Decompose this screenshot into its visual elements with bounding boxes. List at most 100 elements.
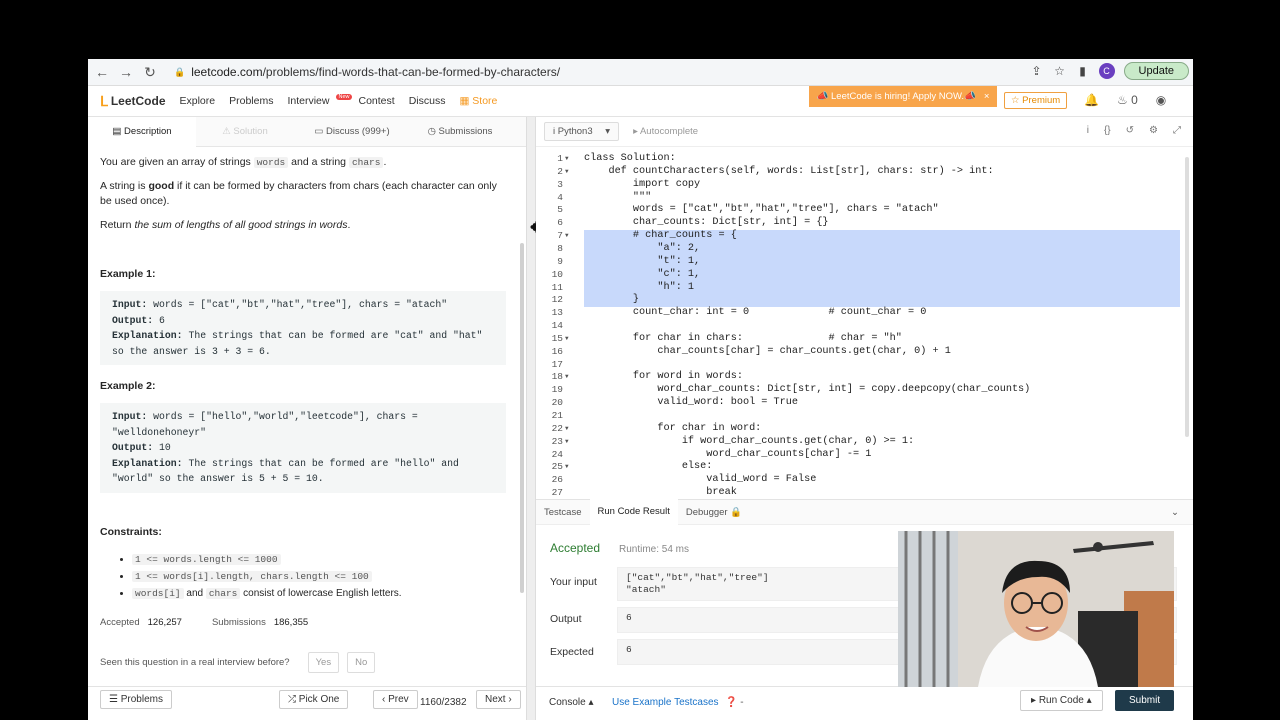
tab-description[interactable]: ▤ Description [88, 116, 196, 147]
fold-arrow-icon[interactable]: ▼ [565, 230, 569, 243]
reload-icon[interactable]: ↻ [138, 64, 162, 81]
code-text: char_counts[char] = char_counts.get(char… [584, 345, 951, 357]
code-line[interactable]: 6 char_counts: Dict[str, int] = {} [536, 217, 1193, 230]
store-label: Store [472, 95, 498, 107]
console-toggle[interactable]: Console ▴ [549, 697, 594, 708]
coins[interactable]: ♨ 0 [1117, 93, 1138, 107]
tab-run-code-result[interactable]: Run Code Result [589, 499, 678, 525]
store-icon: ▦ [459, 95, 470, 107]
leetcode-logo[interactable]: ᒪ LeetCode [100, 93, 166, 110]
code-line[interactable]: 5 words = ["cat","bt","hat","tree"], cha… [536, 204, 1193, 217]
fold-arrow-icon[interactable]: ▼ [565, 436, 569, 449]
code-line[interactable]: 10 "c": 1, [536, 269, 1193, 282]
code-line[interactable]: 15 ▼ for char in chars: # char = "h" [536, 333, 1193, 346]
fold-arrow-icon[interactable]: ▼ [565, 153, 569, 166]
fold-arrow-icon[interactable]: ▼ [565, 371, 569, 384]
prev-button[interactable]: ‹ Prev [373, 690, 418, 709]
code-line[interactable]: 12 } [536, 294, 1193, 307]
run-code-button[interactable]: ▸ Run Code ▴ [1020, 690, 1103, 711]
address-bar[interactable]: 🔒 leetcode.com /problems/find-words-that… [174, 65, 560, 79]
fold-arrow-icon[interactable]: ▼ [565, 461, 569, 474]
nav-interview[interactable]: Interview New [287, 94, 352, 107]
code-line[interactable]: 9 "t": 1, [536, 256, 1193, 269]
profile-avatar[interactable]: C [1098, 63, 1115, 79]
settings-icon[interactable]: ⚙ [1149, 125, 1158, 136]
tab-debugger[interactable]: Debugger 🔒 [678, 507, 750, 518]
reset-icon[interactable]: ↺ [1126, 125, 1134, 136]
hiring-banner[interactable]: 📣 LeetCode is hiring! Apply NOW.📣 × [809, 86, 997, 107]
constraint-item: 1 <= words.length <= 1000 [132, 552, 506, 567]
fold-arrow-icon[interactable]: ▼ [565, 423, 569, 436]
code-editor[interactable]: 1 ▼ class Solution: 2 ▼ def countCharacters(… [536, 147, 1193, 499]
code-line[interactable]: 25 ▼ else: [536, 461, 1193, 474]
pick-one-button[interactable]: ⤮ Pick One [279, 690, 349, 709]
autocomplete-toggle[interactable]: ▸ Autocomplete [633, 126, 698, 137]
output-label: Output [550, 613, 582, 625]
use-example-testcases-link[interactable]: Use Example Testcases [612, 697, 719, 708]
tab-testcase[interactable]: Testcase [536, 507, 590, 518]
code-line[interactable]: 11 "h": 1 [536, 282, 1193, 295]
premium-button[interactable]: ☆ Premium [1004, 92, 1068, 109]
notification-bell-icon[interactable]: 🔔 [1084, 93, 1099, 107]
code-line[interactable]: 17 [536, 359, 1193, 372]
nav-discuss[interactable]: Discuss [409, 95, 446, 107]
main-nav: Explore Problems Interview New Contest Di… [180, 94, 497, 107]
code-line[interactable]: 3 import copy [536, 179, 1193, 192]
problems-list-button[interactable]: ☰ Problems [100, 690, 172, 709]
fold-arrow-icon[interactable]: ▼ [565, 166, 569, 179]
code-line[interactable]: 18 ▼ for word in words: [536, 371, 1193, 384]
share-icon[interactable]: ⇪ [1030, 64, 1044, 78]
code-text: if word_char_counts.get(char, 0) >= 1: [584, 435, 915, 447]
code-line[interactable]: 1 ▼ class Solution: [536, 153, 1193, 166]
code-line[interactable]: 27 break [536, 487, 1193, 499]
code-line[interactable]: 4 """ [536, 192, 1193, 205]
constraint-1: 1 <= words.length <= 1000 [132, 553, 281, 565]
bookmark-star-icon[interactable]: ☆ [1053, 64, 1067, 78]
console-label: Console [549, 697, 586, 708]
code-line[interactable]: 8 "a": 2, [536, 243, 1193, 256]
info-circle-icon[interactable]: i [1087, 125, 1089, 136]
code-line[interactable]: 2 ▼ def countCharacters(self, words: List… [536, 166, 1193, 179]
code-line[interactable]: 24 word_char_counts[char] -= 1 [536, 449, 1193, 462]
code-line[interactable]: 13 count_char: int = 0 # count_char = 0 [536, 307, 1193, 320]
no-button[interactable]: No [347, 651, 376, 673]
code-line[interactable]: 16 char_counts[char] = char_counts.get(c… [536, 346, 1193, 359]
premium-icon: ☆ [1011, 95, 1020, 106]
nav-explore[interactable]: Explore [180, 95, 216, 107]
code-line[interactable]: 22 ▼ for char in word: [536, 423, 1193, 436]
nav-contest[interactable]: Contest [359, 95, 395, 107]
code-line[interactable]: 19 word_char_counts: Dict[str, int] = co… [536, 384, 1193, 397]
yes-button[interactable]: Yes [307, 651, 340, 673]
code-line[interactable]: 14 [536, 320, 1193, 333]
editor-scrollbar[interactable] [1185, 157, 1189, 437]
good-pre: A string is [100, 180, 146, 192]
help-icon[interactable]: ❓ - [725, 697, 744, 708]
fullscreen-icon[interactable]: ⤢ [1173, 125, 1181, 136]
tab-submissions[interactable]: ◷ Submissions [410, 117, 510, 147]
sidebar-toggle-icon[interactable]: ▮ [1076, 64, 1090, 78]
code-line[interactable]: 21 [536, 410, 1193, 423]
submit-button[interactable]: Submit [1115, 690, 1175, 711]
next-button[interactable]: Next › [476, 690, 521, 709]
code-line[interactable]: 23 ▼ if word_char_counts.get(char, 0) >= … [536, 436, 1193, 449]
fold-arrow-icon[interactable]: ▼ [565, 333, 569, 346]
collapse-chevron-icon[interactable]: ⌄ [1171, 507, 1179, 518]
tab-discuss[interactable]: ▭ Discuss (999+) [294, 117, 410, 147]
update-button[interactable]: Update [1123, 62, 1189, 80]
nav-store[interactable]: ▦ Store [459, 95, 497, 107]
language-select[interactable]: i Python3 ▾ [544, 122, 620, 141]
code-text: valid_word = False [584, 474, 817, 486]
back-icon[interactable]: ← [90, 64, 114, 80]
nav-problems[interactable]: Problems [229, 95, 273, 107]
logo-text: LeetCode [110, 94, 166, 108]
problem-scrollbar[interactable] [520, 243, 524, 593]
close-icon[interactable]: × [984, 91, 990, 102]
code-line[interactable]: 20 valid_word: bool = True [536, 397, 1193, 410]
forward-icon[interactable]: → [114, 64, 138, 80]
code-line[interactable]: 7 ▼ # char_counts = { [536, 230, 1193, 243]
tab-solution[interactable]: ⚠ Solution [196, 117, 294, 147]
braces-icon[interactable]: {} [1104, 125, 1111, 136]
code-line[interactable]: 26 valid_word = False [536, 474, 1193, 487]
user-account-icon[interactable]: ◉ [1156, 93, 1166, 107]
panel-resize-divider[interactable] [526, 117, 536, 720]
